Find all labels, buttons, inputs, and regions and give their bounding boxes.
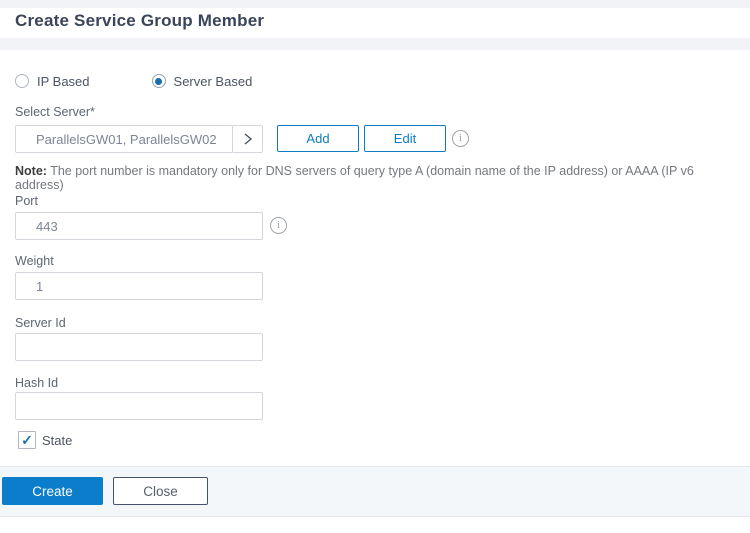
note-prefix: Note: bbox=[15, 164, 47, 178]
close-button[interactable]: Close bbox=[113, 477, 208, 505]
server-info-icon[interactable]: i bbox=[452, 130, 469, 147]
top-divider-strip bbox=[0, 0, 750, 8]
radio-server-based[interactable]: Server Based bbox=[152, 74, 253, 89]
member-type-radio-group: IP Based Server Based bbox=[15, 73, 252, 89]
weight-input[interactable] bbox=[15, 272, 263, 300]
hash-id-input[interactable] bbox=[15, 392, 263, 420]
state-label: State bbox=[42, 433, 72, 448]
hash-id-label: Hash Id bbox=[15, 376, 58, 390]
radio-selected-icon bbox=[152, 74, 166, 88]
select-server-input[interactable] bbox=[15, 125, 233, 153]
radio-server-based-label: Server Based bbox=[174, 74, 253, 89]
server-id-label: Server Id bbox=[15, 316, 66, 330]
port-label: Port bbox=[15, 194, 38, 208]
add-button[interactable]: Add bbox=[277, 125, 359, 152]
state-checkbox[interactable]: ✓ bbox=[18, 431, 36, 449]
expand-server-button[interactable] bbox=[232, 125, 263, 153]
port-input[interactable] bbox=[15, 212, 263, 240]
create-button[interactable]: Create bbox=[2, 477, 103, 505]
select-server-label: Select Server* bbox=[15, 105, 95, 119]
edit-button[interactable]: Edit bbox=[364, 125, 446, 152]
radio-ip-based-label: IP Based bbox=[37, 74, 90, 89]
chevron-right-icon bbox=[243, 132, 253, 146]
radio-ip-based[interactable]: IP Based bbox=[15, 74, 90, 89]
weight-label: Weight bbox=[15, 254, 54, 268]
radio-unselected-icon bbox=[15, 74, 29, 88]
port-info-icon[interactable]: i bbox=[270, 217, 287, 234]
server-id-input[interactable] bbox=[15, 333, 263, 361]
state-row: ✓ State bbox=[18, 431, 72, 449]
header-divider-strip bbox=[0, 38, 750, 50]
note-text: Note: The port number is mandatory only … bbox=[15, 164, 745, 192]
note-body: The port number is mandatory only for DN… bbox=[15, 164, 694, 192]
page-title: Create Service Group Member bbox=[15, 11, 264, 31]
